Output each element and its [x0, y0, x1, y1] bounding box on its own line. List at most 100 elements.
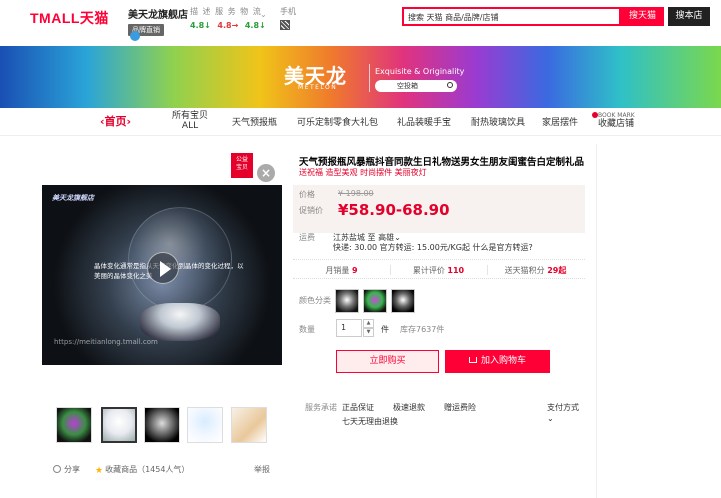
- service-fast-refund[interactable]: 极速退款: [393, 402, 425, 413]
- quantity-increase-icon[interactable]: ▲: [363, 319, 374, 328]
- favorite-button[interactable]: ★ 收藏商品（1454人气）: [95, 464, 189, 476]
- banner-divider: [369, 64, 370, 92]
- thumbnail-1[interactable]: [56, 407, 92, 443]
- shipping-detail: 快递: 30.00 官方转运: 15.00元/KG起 什么是官方转运?: [333, 243, 533, 252]
- product-title: 天气预报瓶风暴瓶抖音同款生日礼物送男女生朋友闺蜜告白定制礼品: [299, 157, 585, 168]
- charity-badge-line2: 宝贝: [235, 164, 248, 171]
- report-link[interactable]: 举报: [254, 464, 270, 475]
- service-return-policy[interactable]: 七天无理由退换: [342, 416, 398, 427]
- shipping-label: 运费: [299, 233, 315, 242]
- banner-search-text: 空投箱: [397, 82, 418, 90]
- right-divider: [596, 144, 597, 498]
- add-to-cart-button[interactable]: 加入购物车: [445, 350, 550, 373]
- ratings-expand-icon[interactable]: ⌄: [260, 10, 267, 19]
- ratings-label: 描 述 服 务 物 流: [190, 7, 262, 16]
- quantity-decrease-icon[interactable]: ▼: [363, 328, 374, 337]
- share-icon: [53, 465, 61, 473]
- monthly-sales: 月销量 9: [293, 265, 390, 276]
- thumbnail-4[interactable]: [187, 407, 223, 443]
- search-input[interactable]: 搜索 天猫 商品/品牌/店铺: [402, 7, 621, 26]
- add-to-cart-label: 加入购物车: [480, 356, 526, 366]
- nav-item-home-decor[interactable]: 家居摆件: [542, 115, 578, 128]
- product-video[interactable]: 美天龙旗舰店 晶体变化通常是指从天气变化到晶体的变化过程，以美丽的晶体变化之美 …: [42, 185, 282, 365]
- ratings-values: 4.8↓ 4.8→ 4.8↓: [190, 21, 270, 30]
- charity-badge: 公益 宝贝: [231, 153, 253, 178]
- rating-description: 4.8↓: [190, 21, 211, 30]
- charity-badge-line1: 公益: [235, 156, 248, 163]
- search-store-button[interactable]: 搜本店: [668, 7, 710, 26]
- points-value: 29起: [547, 266, 567, 275]
- shop-name[interactable]: 美天龙旗舰店: [128, 6, 188, 21]
- thumbnail-2[interactable]: [101, 407, 137, 443]
- quantity-unit: 件: [381, 325, 389, 334]
- shop-banner: 美天龙 METELON Exquisite & Originality 空投箱: [0, 46, 721, 108]
- cart-icon: [468, 357, 477, 363]
- nav-item-glass-drinkware[interactable]: 耐热玻璃饮具: [471, 115, 525, 128]
- promo-price: ¥58.90-68.90: [338, 201, 450, 219]
- thumbnail-5[interactable]: [231, 407, 267, 443]
- chevron-down-icon[interactable]: ⌄: [547, 414, 554, 423]
- qr-code-icon[interactable]: [280, 20, 290, 30]
- nav-all-sub: ALL: [181, 121, 199, 131]
- service-shipping-insurance[interactable]: 赠运费险: [444, 402, 476, 413]
- reviews-label: 累计评价: [412, 266, 445, 275]
- banner-brand-sub: METELON: [298, 84, 338, 91]
- rating-logistics: 4.8↓: [244, 21, 266, 30]
- product-stats: 月销量 9 累计评价 110 送天猫积分 29起: [293, 259, 585, 279]
- stock-count: 库存7637件: [400, 325, 445, 334]
- share-button[interactable]: 分享: [53, 464, 80, 475]
- share-label: 分享: [64, 465, 80, 474]
- search-icon[interactable]: [447, 82, 453, 88]
- bookmark-label: 收藏店铺: [598, 119, 635, 129]
- nav-all-label: 所有宝贝: [172, 111, 209, 121]
- popularity-count: （1454人气）: [137, 465, 190, 474]
- total-reviews[interactable]: 累计评价 110: [390, 265, 487, 276]
- video-watermark-url: https://meitianlong.tmall.com: [54, 338, 158, 346]
- nav-all-items[interactable]: 所有宝贝 ALL: [172, 111, 208, 131]
- bookmark-shop-button[interactable]: BOOK MARK 收藏店铺: [592, 111, 635, 129]
- thumbnail-strip: [56, 407, 276, 443]
- quantity-input[interactable]: 1: [336, 319, 362, 337]
- close-icon[interactable]: ×: [257, 164, 275, 182]
- price-label: 价格: [299, 190, 315, 199]
- shop-nav: ‹首页› 所有宝贝 ALL 天气预报瓶 可乐定制零食大礼包 礼品装暖手宝 耐热玻…: [0, 108, 721, 136]
- service-genuine[interactable]: 正品保证: [342, 402, 374, 413]
- play-icon[interactable]: [147, 252, 179, 284]
- mobile-link[interactable]: 手机: [280, 6, 296, 30]
- payment-methods[interactable]: 支付方式: [547, 402, 579, 413]
- buy-now-button[interactable]: 立即购买: [336, 350, 439, 373]
- rating-service: 4.8→: [217, 21, 239, 30]
- top-header: TMALL天猫 美天龙旗舰店 品牌直销 描 述 服 务 物 流 4.8↓ 4.8…: [0, 0, 721, 46]
- service-label: 服务承诺: [305, 403, 337, 412]
- mobile-label: 手机: [280, 7, 296, 16]
- nav-item-weather-bottle[interactable]: 天气预报瓶: [232, 115, 277, 128]
- product-subtitle: 送祝福 造型美观 时尚摆件 美丽夜灯: [299, 168, 427, 177]
- color-option-label: 颜色分类: [299, 296, 331, 305]
- promo-price-label: 促销价: [299, 206, 323, 215]
- nav-item-cola-gift[interactable]: 可乐定制零食大礼包: [297, 115, 378, 128]
- wangwang-icon[interactable]: [130, 31, 140, 41]
- color-swatch-3[interactable]: [391, 289, 415, 313]
- color-swatch-2[interactable]: [363, 289, 387, 313]
- tmall-logo[interactable]: TMALL天猫: [30, 8, 109, 28]
- thumbnail-3[interactable]: [144, 407, 180, 443]
- nav-item-hand-warmer[interactable]: 礼品装暖手宝: [397, 115, 451, 128]
- quantity-label: 数量: [299, 325, 315, 334]
- monthly-sales-value: 9: [351, 266, 358, 275]
- original-price: ¥ 198.00: [338, 189, 374, 198]
- nav-home[interactable]: ‹首页›: [100, 113, 131, 129]
- monthly-sales-label: 月销量: [325, 266, 350, 275]
- banner-search-input[interactable]: 空投箱: [375, 80, 457, 92]
- color-swatch-1[interactable]: [335, 289, 359, 313]
- plus-icon: [592, 112, 598, 118]
- tmall-points: 送天猫积分 29起: [487, 265, 584, 276]
- banner-tagline: Exquisite & Originality: [375, 67, 465, 76]
- search-tmall-button[interactable]: 搜天猫: [621, 7, 664, 26]
- price-panel: 价格 ¥ 198.00 促销价 ¥58.90-68.90: [293, 185, 585, 233]
- quantity-stepper: ▲ ▼: [363, 319, 374, 337]
- favorite-label: 收藏商品: [105, 465, 138, 474]
- lamp-base-image: [140, 303, 220, 341]
- reviews-value: 110: [447, 266, 465, 275]
- star-icon: ★: [95, 466, 104, 476]
- crystal-sphere-image: [128, 207, 232, 311]
